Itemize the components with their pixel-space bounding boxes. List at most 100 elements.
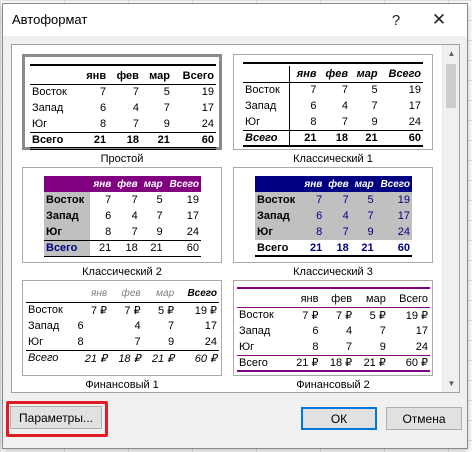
table-cell: 19 [375, 192, 412, 208]
table-cell: 9 [139, 224, 165, 241]
header-cell: янв [286, 291, 321, 308]
format-gallery[interactable]: янв фев мар Всего Восток 7 7 5 19 Запад … [11, 44, 460, 393]
table-cell: 19 ₽ [405, 309, 428, 322]
title-bar: Автоформат ? ✕ [3, 4, 467, 36]
table-cell: 24 [176, 334, 219, 351]
table-cell: 6 [300, 208, 325, 224]
table-cell: 21 [289, 130, 319, 147]
table-cell: 19 [186, 194, 199, 206]
table-cell: 17 [186, 210, 199, 222]
table-cell: 9 [349, 114, 380, 131]
row-label: Всего [243, 130, 291, 147]
table-cell: 4 [131, 210, 138, 222]
format-label-simple: Простой [100, 153, 144, 165]
row-label: Всего [255, 240, 301, 257]
scroll-down-icon[interactable]: ▼ [443, 375, 459, 392]
table-cell: 21 [78, 132, 109, 150]
table-cell: 21 ₽ [84, 352, 108, 365]
table-cell: 60 [171, 132, 216, 150]
table-cell: 18 [324, 240, 351, 257]
header-cell: янв [300, 176, 325, 192]
header-cell [237, 291, 287, 308]
header-cell: янв [78, 68, 109, 85]
cancel-button[interactable]: Отмена [386, 407, 462, 430]
row-label: Восток [44, 192, 90, 208]
table-cell: 21 ₽ [151, 352, 175, 365]
table-cell: 18 [108, 132, 141, 150]
table-cell: 8 [289, 114, 319, 131]
header-cell: Всего [171, 68, 216, 85]
table-cell: 21 [139, 240, 165, 257]
table-cell: 4 [324, 208, 351, 224]
row-label: Всего [44, 240, 90, 257]
header-cell: мар [142, 286, 177, 303]
autoformat-dialog: Автоформат ? ✕ янв фев мар Всего Восток … [2, 3, 468, 449]
table-cell: 6 [77, 320, 84, 332]
table-cell: 7 [310, 84, 317, 97]
table-cell: 24 [379, 114, 423, 131]
table-cell: 4 [341, 100, 348, 112]
row-label: Юг [255, 224, 301, 240]
table-cell: 9 [142, 334, 177, 351]
ok-button[interactable]: ОК [301, 407, 377, 430]
table-cell: 6 [99, 102, 107, 114]
header-cell: фев [324, 176, 351, 192]
row-label: Юг [243, 114, 291, 131]
help-button[interactable]: ? [380, 4, 412, 36]
header-cell: фев [320, 291, 355, 308]
vertical-scrollbar[interactable]: ▲ ▼ [442, 45, 459, 392]
row-label: Восток [255, 192, 301, 208]
row-label: Восток [243, 82, 291, 98]
preview-table: янв фев мар Всего Восток 7 7 5 19 Запад … [255, 176, 412, 257]
header-cell: фев [109, 286, 143, 303]
options-button[interactable]: Параметры... [10, 406, 102, 429]
format-preview-classic-2[interactable]: янв фев мар Всего Восток 7 7 5 19 Запад … [22, 167, 222, 263]
format-preview-simple[interactable]: янв фев мар Всего Восток 7 7 5 19 Запад … [22, 54, 222, 150]
table-cell: 7 [318, 114, 350, 131]
header-cell: фев [113, 176, 140, 192]
header-cell: мар [139, 176, 165, 192]
header-cell [44, 176, 90, 192]
table-cell: 6 [312, 325, 319, 337]
table-cell: 60 [375, 240, 412, 257]
header-cell: янв [289, 66, 319, 83]
table-cell: 7 [108, 116, 141, 133]
scroll-up-icon[interactable]: ▲ [443, 45, 459, 62]
table-cell: 5 ₽ [369, 309, 386, 322]
table-cell: 21 [140, 132, 172, 150]
table-cell: 17 [408, 100, 421, 112]
table-cell: 8 [286, 339, 321, 356]
row-label: Юг [30, 116, 79, 133]
table-cell: 19 [201, 86, 214, 99]
table-cell: 7 [320, 339, 355, 356]
table-cell: 7 [105, 194, 112, 206]
row-label: Всего [237, 355, 287, 372]
row-label: Запад [239, 325, 271, 337]
table-cell: 60 ₽ [194, 352, 217, 365]
table-cell: 21 ₽ [354, 355, 388, 372]
format-preview-financial-2[interactable]: янв фев мар Всего Восток 7 ₽ 7 ₽ 5 ₽ 19 … [233, 280, 433, 376]
table-cell: 7 [341, 84, 348, 97]
table-cell: 21 [349, 130, 380, 147]
format-preview-classic-3[interactable]: янв фев мар Всего Восток 7 7 5 19 Запад … [233, 167, 433, 263]
table-cell: 7 [156, 210, 163, 222]
header-cell: Всего [164, 176, 201, 192]
format-preview-financial-1[interactable]: янв фев мар Всего Восток 7 ₽ 7 ₽ 5 ₽ 19 … [22, 280, 222, 376]
table-cell: 21 [350, 240, 376, 257]
row-label: Восток [32, 86, 67, 99]
scroll-thumb[interactable] [446, 64, 456, 108]
header-cell [255, 176, 301, 192]
table-cell: 7 [324, 192, 351, 208]
table-cell: 18 ₽ [118, 352, 141, 365]
table-cell: 7 ₽ [335, 309, 353, 322]
format-preview-classic-1[interactable]: янв фев мар Всего Восток 7 7 5 19 Запад … [233, 54, 433, 150]
table-cell: 7 [99, 86, 107, 99]
format-label-classic-3: Классический 3 [293, 266, 373, 278]
close-button[interactable]: ✕ [423, 4, 455, 36]
format-label-classic-2: Классический 2 [82, 266, 162, 278]
format-label-financial-2: Финансовый 2 [296, 379, 370, 391]
table-cell: 18 [113, 240, 140, 257]
format-label-classic-1: Классический 1 [293, 153, 373, 165]
table-cell: 7 [324, 224, 351, 240]
row-label: Всего [28, 352, 59, 365]
